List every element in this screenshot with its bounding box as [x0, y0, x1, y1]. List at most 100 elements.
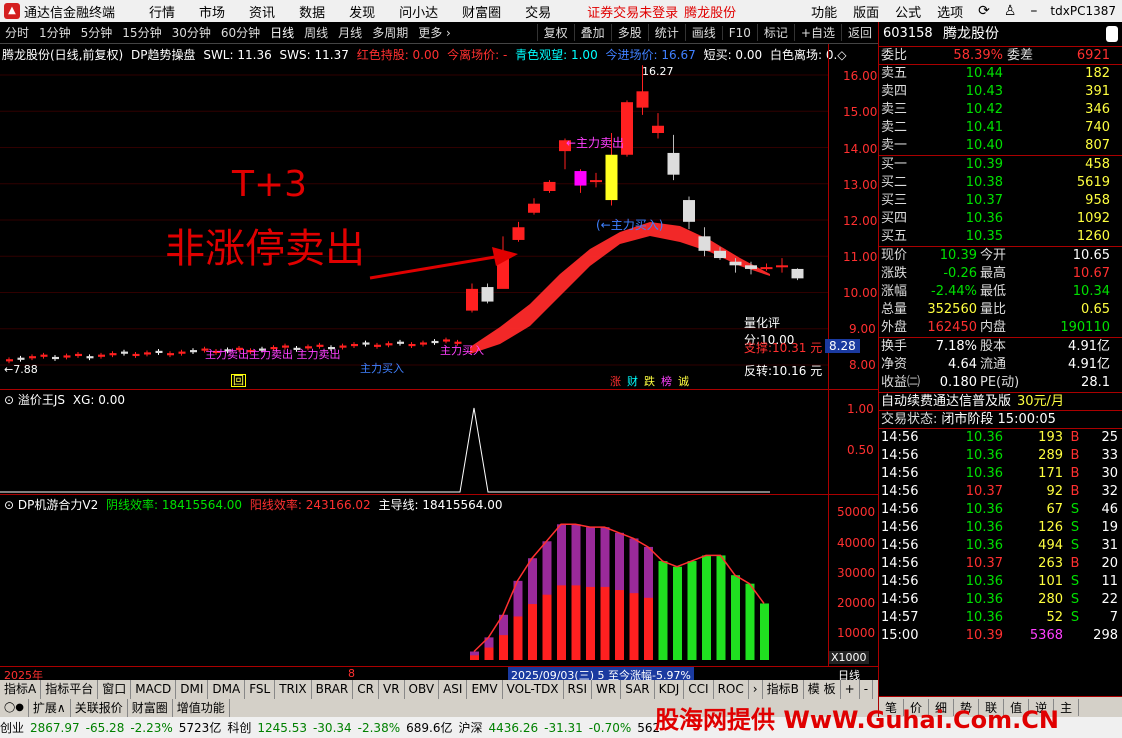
low-candle-body [190, 350, 197, 353]
indicator-tab[interactable]: VR [379, 680, 405, 699]
indicator-tab[interactable]: OBV [405, 680, 440, 699]
tag-honest[interactable]: 诚 [678, 373, 689, 389]
period-15min[interactable]: 15分钟 [117, 24, 166, 41]
tag-fall[interactable]: 跌 [644, 373, 655, 389]
low-candle-body [385, 343, 393, 346]
extension-tab[interactable]: 扩展∧ [29, 699, 71, 717]
indicator-tab[interactable]: RSI [564, 680, 593, 699]
indicator-tab[interactable]: CR [353, 680, 379, 699]
tag-finance[interactable]: 财 [627, 373, 638, 389]
indicator-tab[interactable]: BRAR [312, 680, 354, 699]
tick-side: S [1070, 538, 1080, 553]
indicator-tab[interactable]: DMI [176, 680, 209, 699]
indicator-tab[interactable]: SAR [621, 680, 655, 699]
tool-stats[interactable]: 统计 [647, 24, 685, 41]
menu-item-market[interactable]: 行情 [149, 2, 175, 21]
indicator-tab[interactable]: TRIX [275, 680, 312, 699]
left-buy-marks: 主力买入 [360, 362, 404, 375]
tick-price: 10.36 [965, 574, 1003, 589]
indicator-tab[interactable]: VOL-TDX [503, 680, 564, 699]
sub2-tick: 20000 [837, 596, 876, 610]
menu-item-discover[interactable]: 发现 [349, 2, 375, 21]
period-30min[interactable]: 30分钟 [167, 24, 216, 41]
indicator-tab[interactable]: FSL [245, 680, 276, 699]
minimize-icon[interactable]: – [1030, 3, 1037, 19]
indicator-tab[interactable]: › [749, 680, 763, 699]
tag-rank[interactable]: 榜 [661, 373, 672, 389]
extension-tab[interactable]: 关联报价 [71, 699, 128, 717]
tool-multi-stock[interactable]: 多股 [610, 24, 648, 41]
period-monthly[interactable]: 月线 [333, 24, 367, 41]
menu-item-markets[interactable]: 市场 [199, 2, 225, 21]
tool-overlay[interactable]: 叠加 [573, 24, 611, 41]
quote-label: 外盘 [881, 320, 908, 335]
user-name[interactable]: tdxPC1387 [1050, 4, 1116, 18]
refresh-icon[interactable]: ⟳ [978, 3, 990, 19]
menu-item-layout[interactable]: 版面 [853, 2, 879, 21]
index-name-kc[interactable]: 科创 [227, 719, 251, 736]
indicator-tab[interactable]: WR [592, 680, 622, 699]
tool-back[interactable]: 返回 [840, 24, 878, 41]
indicator-tab[interactable]: KDJ [655, 680, 685, 699]
period-1min[interactable]: 1分钟 [34, 24, 76, 41]
candle-body [512, 227, 525, 240]
shirt-icon[interactable]: ♙ [1004, 3, 1017, 19]
indicator-tab[interactable]: MACD [131, 680, 177, 699]
sub-chart-premium[interactable]: ⊙ 溢价王JS XG: 0.00 [0, 389, 828, 494]
tool-adjust[interactable]: 复权 [536, 24, 574, 41]
tool-f10[interactable]: F10 [721, 25, 757, 40]
indicator-tab[interactable]: CCI [684, 680, 714, 699]
indicator-tab[interactable]: 指标B [763, 680, 804, 699]
tool-draw[interactable]: 画线 [684, 24, 722, 41]
toggle-switch[interactable]: ◯● [0, 699, 29, 717]
index-name-cyb[interactable]: 创业 [0, 719, 24, 736]
index-name-hs[interactable]: 沪深 [458, 719, 482, 736]
candlestick-chart[interactable] [0, 44, 828, 389]
menu-item-formula[interactable]: 公式 [895, 2, 921, 21]
indicator-tab[interactable]: 指标平台 [41, 680, 99, 699]
menu-item-news[interactable]: 资讯 [249, 2, 275, 21]
indicator-tab[interactable]: DMA [208, 680, 246, 699]
quote-label: 内盘 [980, 320, 1007, 335]
sub2-tick: 10000 [837, 626, 876, 640]
indicator-tab[interactable]: - [860, 680, 874, 699]
period-multi[interactable]: 多周期 [367, 24, 413, 41]
login-notice[interactable]: 证券交易未登录 [587, 2, 678, 21]
indicator-tab[interactable]: + [841, 680, 860, 699]
sub-chart-force[interactable]: ⊙ DP机游合力V2 阴线效率: 18415564.00 阳线效率: 24316… [0, 494, 828, 666]
menu-item-data[interactable]: 数据 [299, 2, 325, 21]
menu-item-trade[interactable]: 交易 [525, 2, 551, 21]
sub1-line [0, 407, 770, 493]
sidebar-toggle-icon[interactable] [1106, 26, 1118, 42]
period-more[interactable]: 更多 › [413, 24, 456, 41]
extension-tab[interactable]: 财富圈 [128, 699, 173, 717]
tool-mark[interactable]: 标记 [756, 24, 794, 41]
period-weekly[interactable]: 周线 [299, 24, 333, 41]
trend-ribbon [470, 222, 770, 354]
indicator-tab[interactable]: 窗口 [98, 680, 132, 699]
tool-add-watchlist[interactable]: +自选 [793, 24, 841, 41]
menu-item-ask[interactable]: 问小达 [399, 2, 438, 21]
period-5min[interactable]: 5分钟 [76, 24, 118, 41]
menu-item-wealth[interactable]: 财富圈 [462, 2, 501, 21]
indicator-tab[interactable]: 指标A [0, 680, 42, 699]
ad-row[interactable]: 自动续费通达信普及版 30元/月 [879, 392, 1122, 410]
period-daily[interactable]: 日线 [265, 24, 299, 41]
tick-count: 7 [1109, 610, 1118, 625]
period-60min[interactable]: 60分钟 [216, 24, 265, 41]
period-tick[interactable]: 分时 [0, 24, 34, 41]
indicator-tab[interactable]: 模 板 [804, 680, 841, 699]
menu-item-options[interactable]: 选项 [937, 2, 963, 21]
menu-item-function[interactable]: 功能 [811, 2, 837, 21]
tag-rise[interactable]: 涨 [610, 373, 621, 389]
tick-list: 14:56 10.36 193 B 25 14:56 10.36 289 B 33 14:56 10.… [879, 428, 1122, 645]
return-tag[interactable]: 回 [231, 374, 246, 387]
indicator-tab[interactable]: ROC [714, 680, 749, 699]
high-price-label: 16.27 [642, 65, 674, 78]
indicator-tab[interactable]: ASI [439, 680, 468, 699]
indicator-tab[interactable]: EMV [467, 680, 503, 699]
extension-tab[interactable]: 增值功能 [173, 699, 230, 717]
tick-volume: 280 [1038, 592, 1063, 607]
book-level-label: 卖五 [881, 66, 908, 81]
main-chart-panel[interactable]: 腾龙股份(日线,前复权) DP趋势操盘 SWL: 11.36 SWS: 11.3… [0, 44, 847, 389]
